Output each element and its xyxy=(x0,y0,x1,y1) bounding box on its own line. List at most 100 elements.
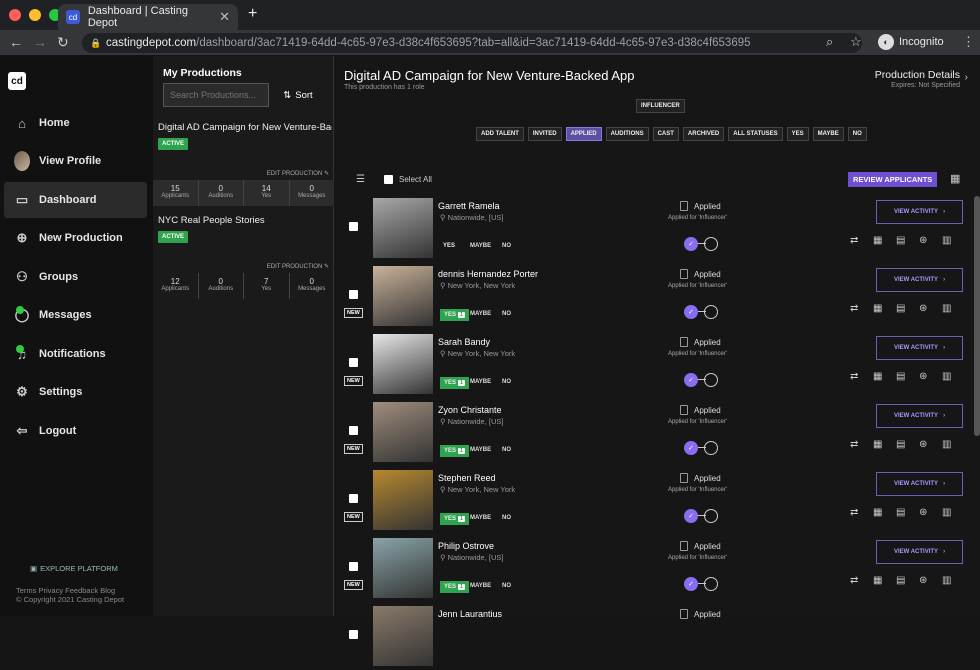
filter-invited[interactable]: INVITED xyxy=(527,127,562,141)
list-icon[interactable]: ▥ xyxy=(942,236,952,246)
maybe-button[interactable]: MAYBE xyxy=(470,583,491,589)
view-activity-button[interactable]: VIEW ACTIVITY › xyxy=(876,540,963,564)
nav-settings[interactable]: ⚙ Settings xyxy=(4,374,147,410)
yes-button[interactable]: YES 1 xyxy=(440,513,470,525)
view-activity-button[interactable]: VIEW ACTIVITY › xyxy=(876,200,963,224)
applicant-photo[interactable] xyxy=(373,538,433,598)
no-button[interactable]: NO xyxy=(502,311,511,317)
yes-button[interactable]: YES 1 xyxy=(440,581,470,593)
close-window-button[interactable] xyxy=(9,9,21,21)
clipboard-icon[interactable]: ▤ xyxy=(896,440,906,450)
nav-groups[interactable]: ⚇ Groups xyxy=(4,259,147,295)
maybe-button[interactable]: MAYBE xyxy=(470,379,491,385)
transfer-icon[interactable]: ⇄ xyxy=(850,236,860,246)
list-icon[interactable]: ▥ xyxy=(942,508,952,518)
list-icon[interactable]: ▥ xyxy=(942,372,952,382)
row-checkbox[interactable] xyxy=(349,630,358,639)
row-checkbox[interactable] xyxy=(349,290,358,299)
nav-new-production[interactable]: ⊕ New Production xyxy=(4,220,147,256)
close-tab-icon[interactable]: ✕ xyxy=(219,9,230,25)
table-row[interactable]: NEW Sarah Bandy ⚲ New York, New York Applie… xyxy=(334,332,974,398)
no-button[interactable]: NO xyxy=(502,583,511,589)
applicant-name[interactable]: Sarah Bandy xyxy=(438,337,490,347)
no-button[interactable]: NO xyxy=(502,447,511,453)
logo[interactable]: cd xyxy=(8,72,26,90)
filter-maybe[interactable]: MAYBE xyxy=(812,127,844,141)
applicant-photo[interactable] xyxy=(373,266,433,326)
yes-button[interactable]: YES 1 xyxy=(440,445,470,457)
filter-add-talent[interactable]: ADD TALENT xyxy=(476,127,524,141)
maybe-button[interactable]: MAYBE xyxy=(470,243,491,249)
row-checkbox[interactable] xyxy=(349,426,358,435)
shortlist-toggle[interactable]: ✓ xyxy=(682,372,718,388)
maybe-button[interactable]: MAYBE xyxy=(470,515,491,521)
edit-production-link[interactable]: EDIT PRODUCTION ✎ xyxy=(267,170,329,177)
edit-production-link[interactable]: EDIT PRODUCTION ✎ xyxy=(267,263,329,270)
clipboard-icon[interactable]: ▤ xyxy=(896,576,906,586)
row-checkbox[interactable] xyxy=(349,222,358,231)
forward-icon[interactable]: → xyxy=(33,34,47,50)
transfer-icon[interactable]: ⇄ xyxy=(850,372,860,382)
role-tab-influencer[interactable]: INFLUENCER xyxy=(636,99,685,113)
incognito-indicator[interactable]: ◐ Incognito xyxy=(878,34,944,50)
view-activity-button[interactable]: VIEW ACTIVITY › xyxy=(876,336,963,360)
applicant-name[interactable]: Garrett Ramela xyxy=(438,201,500,211)
browser-tab[interactable]: cd Dashboard | Casting Depot ✕ xyxy=(58,4,238,30)
search-productions-input[interactable] xyxy=(163,83,269,107)
nav-home[interactable]: ⌂ Home xyxy=(4,105,147,141)
footer-links[interactable]: Terms Privacy Feedback Blog xyxy=(16,586,124,595)
star-icon[interactable]: ☆ xyxy=(850,34,862,50)
filter-auditions[interactable]: AUDITIONS xyxy=(605,127,649,141)
applicant-name[interactable]: Zyon Christante xyxy=(438,405,502,415)
yes-button[interactable]: YES xyxy=(440,241,458,251)
clipboard-icon[interactable]: ▤ xyxy=(896,508,906,518)
transfer-icon[interactable]: ⇄ xyxy=(850,304,860,314)
select-all-checkbox[interactable] xyxy=(384,175,393,184)
menu-icon[interactable]: ⋮ xyxy=(962,34,975,50)
new-tab-icon[interactable]: + xyxy=(248,5,257,23)
filter-cast[interactable]: CAST xyxy=(652,127,679,141)
list-icon[interactable]: ▥ xyxy=(942,304,952,314)
clipboard-icon[interactable]: ▤ xyxy=(896,304,906,314)
no-button[interactable]: NO xyxy=(502,243,511,249)
clipboard-icon[interactable]: ▤ xyxy=(896,236,906,246)
nav-logout[interactable]: ⇦ Logout xyxy=(4,413,147,449)
explore-platform-link[interactable]: ▣ EXPLORE PLATFORM xyxy=(30,564,118,573)
view-activity-button[interactable]: VIEW ACTIVITY › xyxy=(876,472,963,496)
row-checkbox[interactable] xyxy=(349,562,358,571)
shortlist-toggle[interactable]: ✓ xyxy=(682,236,718,252)
transfer-icon[interactable]: ⇄ xyxy=(850,576,860,586)
no-button[interactable]: NO xyxy=(502,515,511,521)
list-icon[interactable]: ▥ xyxy=(942,576,952,586)
schedule-icon[interactable]: ▦ xyxy=(873,440,883,450)
list-icon[interactable]: ▥ xyxy=(942,440,952,450)
reload-icon[interactable]: ↻ xyxy=(57,34,69,51)
schedule-icon[interactable]: ▦ xyxy=(873,236,883,246)
table-row[interactable]: Garrett Ramela ⚲ Nationwide, [US] Applied A… xyxy=(334,196,974,262)
table-row[interactable]: Jenn Laurantius Applied xyxy=(334,604,974,670)
applicant-name[interactable]: Stephen Reed xyxy=(438,473,496,483)
table-row[interactable]: NEW Philip Ostrove ⚲ Nationwide, [US] Appli… xyxy=(334,536,974,602)
shortlist-toggle[interactable]: ✓ xyxy=(682,508,718,524)
filter-all-statuses[interactable]: ALL STATUSES xyxy=(728,127,783,141)
table-row[interactable]: NEW dennis Hernandez Porter ⚲ New York, Ne… xyxy=(334,264,974,330)
add-user-icon[interactable]: ⊛ xyxy=(919,440,929,450)
review-applicants-button[interactable]: REVIEW APPLICANTS xyxy=(848,172,938,187)
no-button[interactable]: NO xyxy=(502,379,511,385)
add-user-icon[interactable]: ⊛ xyxy=(919,304,929,314)
add-user-icon[interactable]: ⊛ xyxy=(919,372,929,382)
search-icon[interactable]: ⌕ xyxy=(826,34,833,50)
applicant-name[interactable]: Jenn Laurantius xyxy=(438,609,502,619)
nav-view-profile[interactable]: View Profile xyxy=(4,143,147,179)
filter-yes[interactable]: YES xyxy=(786,127,809,141)
add-user-icon[interactable]: ⊛ xyxy=(919,236,929,246)
production-details-link[interactable]: Production Details xyxy=(875,69,960,81)
minimize-window-button[interactable] xyxy=(29,9,41,21)
calendar-icon[interactable]: ▦ xyxy=(950,172,960,185)
add-user-icon[interactable]: ⊛ xyxy=(919,576,929,586)
schedule-icon[interactable]: ▦ xyxy=(873,576,883,586)
chevron-right-icon[interactable]: › xyxy=(965,72,968,83)
applicant-name[interactable]: Philip Ostrove xyxy=(438,541,494,551)
nav-dashboard[interactable]: ▭ Dashboard xyxy=(4,182,147,218)
applicant-photo[interactable] xyxy=(373,606,433,666)
